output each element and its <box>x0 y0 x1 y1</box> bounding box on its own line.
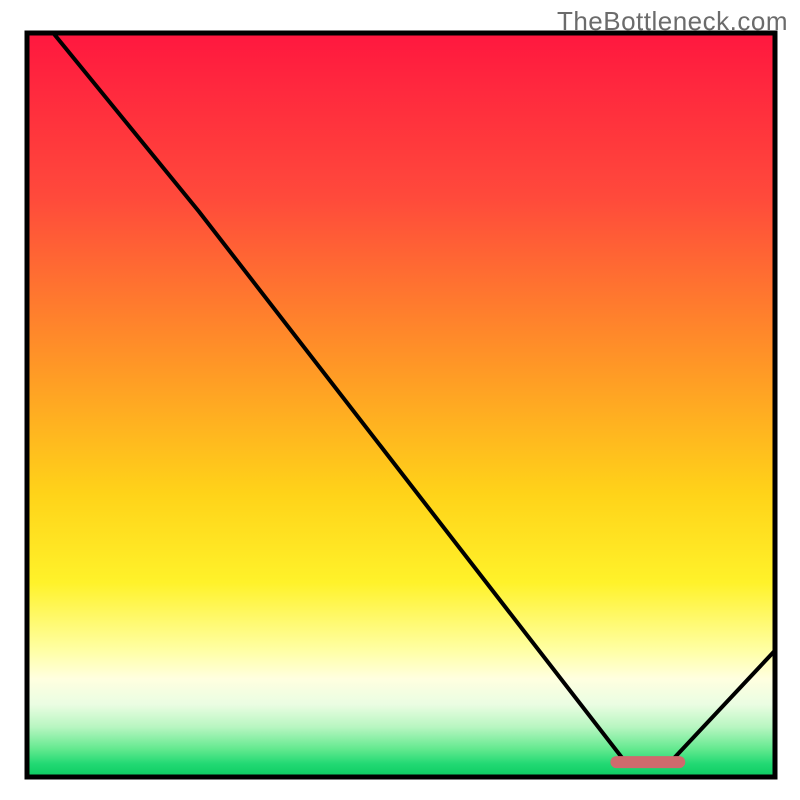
bottleneck-chart <box>0 0 800 800</box>
plot-gradient-fill <box>29 35 773 775</box>
optimal-marker <box>610 756 685 768</box>
watermark-text: TheBottleneck.com <box>557 6 788 37</box>
chart-container: TheBottleneck.com <box>0 0 800 800</box>
